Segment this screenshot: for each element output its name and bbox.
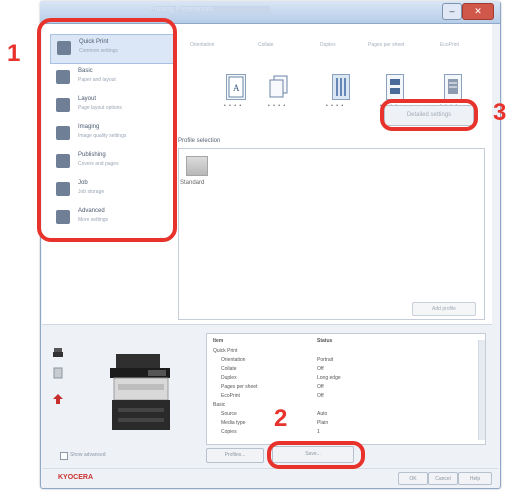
profiles-list <box>178 148 485 320</box>
column-header: EcoPrint <box>440 42 459 48</box>
callout-number-2: 2 <box>274 405 288 432</box>
row-item: Copies <box>221 429 237 435</box>
profile-icon[interactable] <box>186 156 208 176</box>
column-header: Collate <box>258 42 274 48</box>
table-row: EcoPrint Off <box>207 393 477 400</box>
profile-item-label[interactable]: Standard <box>180 180 204 186</box>
table-row: Source Auto <box>207 411 477 418</box>
column-header: Pages per sheet <box>368 42 405 48</box>
row-item: Source <box>221 411 237 417</box>
table-row: Collate Off <box>207 366 477 373</box>
table-row: Media type Plain <box>207 420 477 427</box>
brand-logo: KYOCERA <box>58 474 94 481</box>
row-item: Orientation <box>221 357 246 363</box>
window-title: Printing Preferences <box>150 6 270 14</box>
row-status: Portrait <box>317 357 334 363</box>
table-row: Pages per sheet Off <box>207 384 477 391</box>
cancel-button[interactable]: Cancel <box>428 472 458 485</box>
row-item: Quick Print <box>213 348 238 354</box>
option-dots: • • • • <box>224 103 243 109</box>
table-row: Basic <box>207 402 477 409</box>
row-status: Plain <box>317 420 329 426</box>
grid-header-row: Item Status <box>207 338 477 345</box>
table-row: Duplex Long edge <box>207 375 477 382</box>
checkbox-label: Show advanced <box>70 452 106 458</box>
option-dots: • • • • <box>268 103 287 109</box>
svg-text:A: A <box>233 83 240 93</box>
callout-number-1: 1 <box>7 40 21 67</box>
option-dots: • • • • <box>326 103 345 109</box>
minimize-button[interactable]: – <box>442 3 462 20</box>
column-header: Duplex <box>320 42 336 48</box>
column-header: Orientation <box>190 42 215 48</box>
table-row: Copies 1 <box>207 429 477 436</box>
printer-small-icon[interactable] <box>52 346 64 358</box>
table-row: Quick Print <box>207 348 477 355</box>
row-status: Long edge <box>317 375 341 381</box>
callout-number-3: 3 <box>493 99 507 126</box>
ecoprint-icon[interactable] <box>444 74 462 100</box>
row-item: Collate <box>221 366 237 372</box>
row-status: Off <box>317 393 324 399</box>
row-item: Basic <box>213 402 226 408</box>
printer-image <box>104 350 182 434</box>
ok-button[interactable]: OK <box>398 472 428 485</box>
grid-header: Status <box>317 338 333 344</box>
close-button[interactable]: ✕ <box>462 3 494 20</box>
duplex-icon[interactable] <box>332 74 350 100</box>
row-status: Off <box>317 384 324 390</box>
callout-outline-2 <box>267 441 365 469</box>
orientation-icon[interactable]: A <box>226 74 246 100</box>
summary-scrollbar[interactable] <box>478 340 485 440</box>
help-button[interactable]: Help <box>458 472 492 485</box>
row-item: EcoPrint <box>221 393 240 399</box>
callout-outline-1 <box>37 18 177 242</box>
row-item: Pages per sheet <box>221 384 258 390</box>
table-row: Orientation Portrait <box>207 357 477 364</box>
show-advanced-checkbox[interactable] <box>60 452 68 460</box>
grid-header: Item <box>213 338 224 344</box>
add-profile-button[interactable]: Add profile <box>412 302 476 316</box>
row-item: Media type <box>221 420 246 426</box>
settings-summary-grid: Item Status Quick Print Orientation Portr… <box>206 333 486 445</box>
row-status: Auto <box>317 411 328 417</box>
pages-per-sheet-icon[interactable] <box>386 74 404 100</box>
callout-outline-3 <box>380 99 478 131</box>
row-status: 1 <box>317 429 320 435</box>
device-settings-icon[interactable] <box>52 366 64 379</box>
row-item: Duplex <box>221 375 237 381</box>
row-status: Off <box>317 366 324 372</box>
profiles-label: Profile selection <box>178 138 221 144</box>
upload-icon[interactable] <box>52 392 64 404</box>
collate-icon[interactable] <box>268 74 288 98</box>
profiles-button[interactable]: Profiles... <box>206 448 264 463</box>
